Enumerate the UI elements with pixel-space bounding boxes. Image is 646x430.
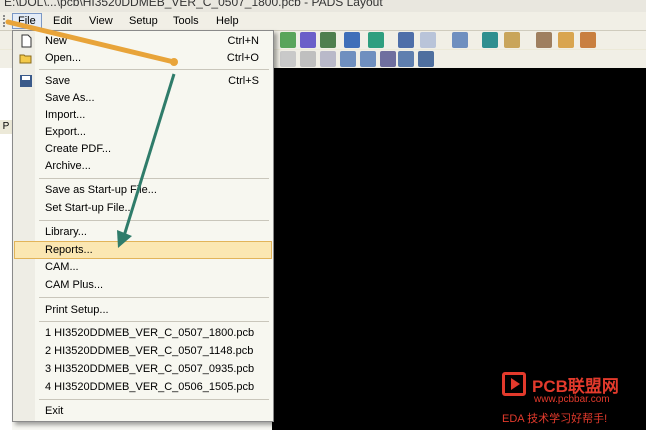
menu-library[interactable]: Library... bbox=[15, 224, 271, 240]
menu-new[interactable]: New Ctrl+N bbox=[15, 33, 271, 49]
menu-save-startup[interactable]: Save as Start-up File... bbox=[15, 182, 271, 198]
menu-open-shortcut: Ctrl+O bbox=[226, 52, 259, 64]
zoom-icon[interactable] bbox=[452, 32, 468, 48]
menu-separator bbox=[39, 178, 269, 179]
menu-open[interactable]: Open... Ctrl+O bbox=[15, 50, 271, 66]
menu-cam-plus-label: CAM Plus... bbox=[45, 279, 104, 291]
menu-save-as-label: Save As... bbox=[45, 92, 95, 104]
toolbar-icon-10[interactable] bbox=[504, 32, 520, 48]
menu-separator bbox=[39, 69, 269, 70]
toolbar-icon-5[interactable] bbox=[368, 32, 384, 48]
menu-save-startup-label: Save as Start-up File... bbox=[45, 184, 157, 196]
menu-set-startup-label: Set Start-up File... bbox=[45, 202, 134, 214]
toolbar2-icon-8[interactable] bbox=[418, 51, 434, 67]
menu-separator bbox=[39, 321, 269, 322]
project-panel-label: P bbox=[0, 120, 12, 134]
menu-import[interactable]: Import... bbox=[15, 107, 271, 123]
toolbar2-icon-2[interactable] bbox=[300, 51, 316, 67]
toolbar2-icon-5[interactable] bbox=[360, 51, 376, 67]
menu-recent-file-4[interactable]: 4 HI3520DDMEB_VER_C_0506_1505.pcb bbox=[15, 379, 271, 395]
toolbar-icon-9[interactable] bbox=[482, 32, 498, 48]
menu-bar: File Edit View Setup Tools Help bbox=[0, 12, 646, 31]
menu-help[interactable]: Help bbox=[211, 14, 244, 28]
menu-file[interactable]: File bbox=[12, 13, 42, 29]
menu-save-shortcut: Ctrl+S bbox=[228, 75, 259, 87]
recent-file-label: 1 HI3520DDMEB_VER_C_0507_1800.pcb bbox=[45, 327, 255, 339]
menu-recent-file-2[interactable]: 2 HI3520DDMEB_VER_C_0507_1148.pcb bbox=[15, 343, 271, 359]
menu-archive[interactable]: Archive... bbox=[15, 158, 271, 174]
toolbar2-icon-6[interactable] bbox=[380, 51, 396, 67]
menu-separator bbox=[39, 399, 269, 400]
toolbar2-icon-4[interactable] bbox=[340, 51, 356, 67]
menu-library-label: Library... bbox=[45, 226, 87, 238]
watermark-logo: PCB联盟网 www.pcbbar.com EDA 技术学习好帮手! bbox=[498, 370, 646, 430]
menu-save[interactable]: Save Ctrl+S bbox=[15, 73, 271, 89]
menu-export[interactable]: Export... bbox=[15, 124, 271, 140]
toolbar-icon-3[interactable] bbox=[320, 32, 336, 48]
toolbar-icon-11[interactable] bbox=[536, 32, 552, 48]
menu-separator bbox=[39, 297, 269, 298]
toolbar-icon-1[interactable] bbox=[280, 32, 296, 48]
menu-create-pdf-label: Create PDF... bbox=[45, 143, 112, 155]
menu-cam-plus[interactable]: CAM Plus... bbox=[15, 277, 271, 293]
window-title: E:\DOL\...\pcb\HI3520DDMEB_VER_C_0507_18… bbox=[4, 0, 383, 9]
menu-archive-label: Archive... bbox=[45, 160, 91, 172]
menu-set-startup[interactable]: Set Start-up File... bbox=[15, 200, 271, 216]
redo-icon[interactable] bbox=[420, 32, 436, 48]
menu-export-label: Export... bbox=[45, 126, 86, 138]
save-disk-icon bbox=[19, 74, 33, 88]
toolbar2-icon-3[interactable] bbox=[320, 51, 336, 67]
toolbar2-icon-7[interactable] bbox=[398, 51, 414, 67]
menu-reports[interactable]: Reports... bbox=[14, 241, 272, 259]
menu-import-label: Import... bbox=[45, 109, 86, 121]
menu-new-shortcut: Ctrl+N bbox=[227, 35, 259, 47]
new-file-icon bbox=[19, 34, 33, 48]
menu-new-label: New bbox=[45, 35, 68, 47]
menu-setup[interactable]: Setup bbox=[124, 14, 163, 28]
menu-create-pdf[interactable]: Create PDF... bbox=[15, 141, 271, 157]
menu-exit[interactable]: Exit bbox=[15, 403, 271, 419]
recent-file-label: 2 HI3520DDMEB_VER_C_0507_1148.pcb bbox=[45, 345, 254, 357]
menubar-grip[interactable] bbox=[3, 15, 7, 27]
menu-open-label: Open... bbox=[45, 52, 82, 64]
recent-file-label: 4 HI3520DDMEB_VER_C_0506_1505.pcb bbox=[45, 381, 255, 393]
menu-recent-file-3[interactable]: 3 HI3520DDMEB_VER_C_0507_0935.pcb bbox=[15, 361, 271, 377]
menu-view[interactable]: View bbox=[84, 14, 118, 28]
play-logo-icon bbox=[502, 372, 526, 396]
watermark-url: www.pcbbar.com bbox=[534, 394, 610, 405]
toolbar2-icon-1[interactable] bbox=[280, 51, 296, 67]
menu-tools[interactable]: Tools bbox=[168, 14, 204, 28]
menu-exit-label: Exit bbox=[45, 405, 64, 417]
menu-print-setup-label: Print Setup... bbox=[45, 304, 109, 316]
menu-cam[interactable]: CAM... bbox=[15, 259, 271, 275]
menu-recent-file-1[interactable]: 1 HI3520DDMEB_VER_C_0507_1800.pcb bbox=[15, 325, 271, 341]
toolbar-icon-4[interactable] bbox=[344, 32, 360, 48]
menu-reports-label: Reports... bbox=[45, 244, 93, 256]
menu-separator bbox=[39, 220, 269, 221]
menu-print-setup[interactable]: Print Setup... bbox=[15, 302, 271, 318]
toolbar-icon-13[interactable] bbox=[580, 32, 596, 48]
menu-save-label: Save bbox=[45, 75, 71, 87]
file-menu: New Ctrl+N Open... Ctrl+O Save Ctrl+S Sa… bbox=[12, 30, 274, 422]
toolbar-icon-12[interactable] bbox=[558, 32, 574, 48]
title-bar: E:\DOL\...\pcb\HI3520DDMEB_VER_C_0507_18… bbox=[0, 0, 646, 12]
menu-cam-label: CAM... bbox=[45, 261, 79, 273]
undo-icon[interactable] bbox=[398, 32, 414, 48]
recent-file-label: 3 HI3520DDMEB_VER_C_0507_0935.pcb bbox=[45, 363, 255, 375]
menu-edit[interactable]: Edit bbox=[48, 14, 77, 28]
watermark-slogan: EDA 技术学习好帮手! bbox=[502, 413, 608, 425]
toolbar-icon-2[interactable] bbox=[300, 32, 316, 48]
open-folder-icon bbox=[19, 51, 33, 65]
menu-save-as[interactable]: Save As... bbox=[15, 90, 271, 106]
